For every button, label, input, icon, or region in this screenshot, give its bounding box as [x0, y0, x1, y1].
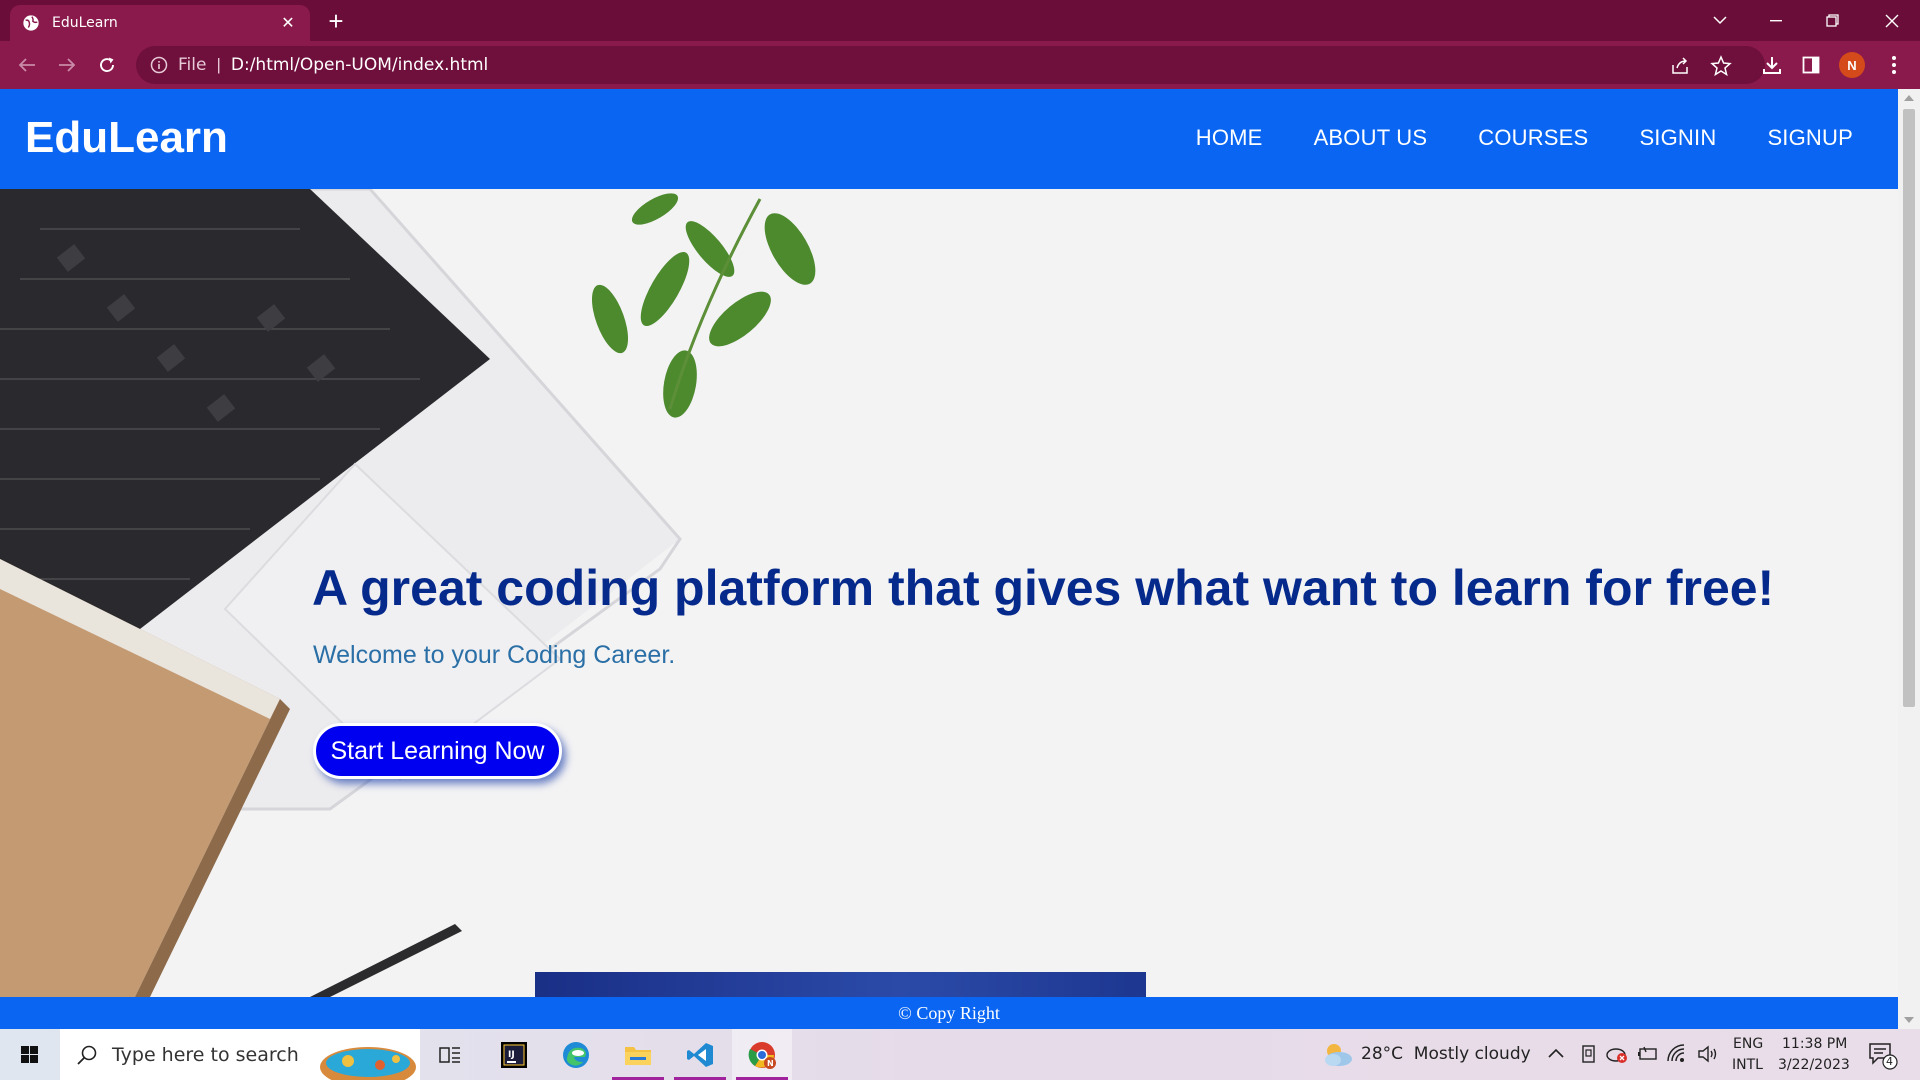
weather-cloudy-icon [1325, 1044, 1352, 1066]
site-logo[interactable]: EduLearn [25, 113, 228, 163]
battery-icon[interactable] [1637, 1046, 1659, 1062]
share-icon[interactable] [1669, 55, 1691, 77]
volume-icon[interactable] [1697, 1044, 1719, 1064]
svg-text:IJ: IJ [508, 1050, 515, 1060]
back-icon[interactable] [13, 51, 41, 79]
site-navbar: EduLearn HOME ABOUT US COURSES SIGNIN SI… [0, 89, 1898, 189]
address-separator: | [216, 55, 221, 74]
intellij-icon[interactable]: IJ [484, 1029, 544, 1080]
scroll-down-icon[interactable] [1904, 1017, 1914, 1023]
info-icon[interactable] [150, 56, 168, 74]
vscode-icon[interactable] [670, 1029, 730, 1080]
file-explorer-icon[interactable] [608, 1029, 668, 1080]
nav-link-home[interactable]: HOME [1196, 125, 1263, 151]
close-tab-icon[interactable]: ✕ [278, 13, 298, 33]
chevron-up-icon[interactable] [1548, 1047, 1564, 1059]
windows-taskbar: Type here to search IJ N 28°C Mostly clo… [0, 1029, 1920, 1080]
notifications-icon[interactable] [1868, 1042, 1900, 1070]
bookmark-star-icon[interactable] [1710, 55, 1732, 77]
wifi-icon[interactable] [1666, 1044, 1688, 1064]
tab-search-icon[interactable] [1692, 0, 1748, 41]
hero-headline: A great coding platform that gives what … [312, 560, 1775, 616]
download-icon[interactable] [1758, 51, 1786, 79]
nav-link-signup[interactable]: SIGNUP [1767, 125, 1853, 151]
search-highlight-icon [320, 1047, 416, 1080]
profile-avatar[interactable]: N [1839, 52, 1865, 78]
clock-date[interactable]: 3/22/2023 [1778, 1057, 1850, 1073]
scroll-up-icon[interactable] [1904, 95, 1914, 101]
browser-toolbar: File | D:/html/Open-UOM/index.html [0, 41, 1920, 89]
keyboard-layout[interactable]: INTL [1732, 1057, 1763, 1073]
browser-tab-strip: EduLearn ✕ + [0, 0, 1920, 41]
reload-icon[interactable] [93, 51, 121, 79]
browser-tab[interactable]: EduLearn ✕ [10, 5, 310, 41]
taskbar-search[interactable]: Type here to search [60, 1029, 420, 1080]
side-panel-icon[interactable] [1797, 51, 1825, 79]
tab-title: EduLearn [52, 15, 118, 31]
page-viewport: EduLearn HOME ABOUT US COURSES SIGNIN SI… [0, 89, 1898, 1029]
globe-icon [23, 15, 39, 31]
site-nav-links: HOME ABOUT US COURSES SIGNIN SIGNUP [1196, 125, 1853, 151]
minimize-button[interactable] [1748, 0, 1804, 41]
nav-link-about-us[interactable]: ABOUT US [1314, 125, 1428, 151]
new-tab-button[interactable]: + [322, 8, 350, 36]
clock-time[interactable]: 11:38 PM [1782, 1036, 1847, 1052]
hero-subheading: Welcome to your Coding Career. [313, 641, 676, 669]
content-card-top [535, 972, 1146, 997]
search-placeholder: Type here to search [112, 1043, 299, 1066]
task-view-icon[interactable] [420, 1029, 480, 1080]
language-code[interactable]: ENG [1733, 1036, 1763, 1052]
search-icon [77, 1045, 97, 1065]
close-window-button[interactable] [1864, 0, 1920, 41]
chrome-icon[interactable]: N [732, 1029, 792, 1080]
menu-dots-icon[interactable] [1880, 51, 1908, 79]
svg-text:N: N [767, 1059, 774, 1068]
address-bar[interactable]: File | D:/html/Open-UOM/index.html [136, 46, 1765, 84]
address-scheme: File [178, 55, 207, 75]
nav-link-signin[interactable]: SIGNIN [1639, 125, 1716, 151]
start-learning-button[interactable]: Start Learning Now [313, 723, 562, 779]
nav-link-courses[interactable]: COURSES [1478, 125, 1588, 151]
notification-count: 4 [1886, 1055, 1893, 1068]
address-url[interactable]: D:/html/Open-UOM/index.html [231, 55, 488, 75]
edge-icon[interactable] [546, 1029, 606, 1080]
restore-button[interactable] [1804, 0, 1860, 41]
forward-icon[interactable] [53, 51, 81, 79]
onedrive-error-icon[interactable] [1606, 1044, 1628, 1064]
hero-section: A great coding platform that gives what … [0, 189, 1898, 997]
device-icon[interactable] [1580, 1044, 1598, 1064]
weather-text[interactable]: 28°C Mostly cloudy [1361, 1044, 1531, 1064]
site-footer: © Copy Right [0, 997, 1898, 1029]
page-scrollbar[interactable] [1898, 89, 1920, 1029]
scrollbar-thumb[interactable] [1903, 109, 1915, 707]
windows-start-icon[interactable] [10, 1041, 50, 1069]
